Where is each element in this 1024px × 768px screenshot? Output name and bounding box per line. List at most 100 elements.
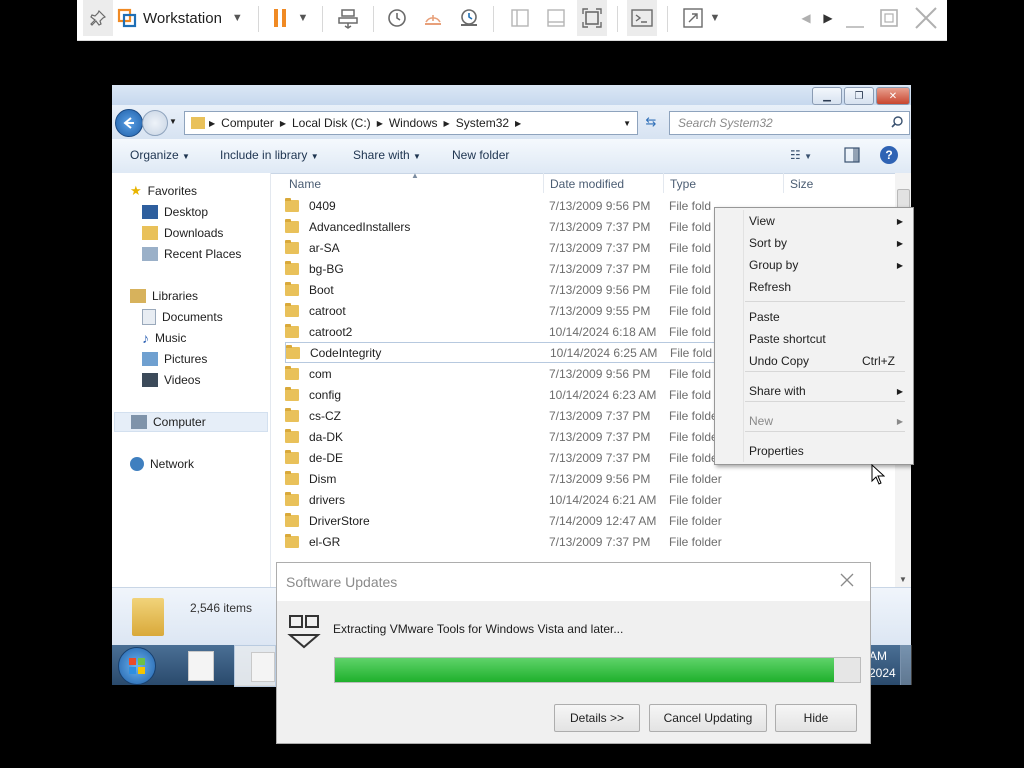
menu-item-properties[interactable]: Properties (749, 444, 905, 458)
chevron-left-icon[interactable]: ◀ (797, 0, 815, 36)
menu-item-new[interactable]: New (749, 414, 905, 428)
chevron-down-icon[interactable]: ▼ (295, 0, 311, 36)
breadcrumb-computer[interactable]: Computer (221, 116, 274, 130)
pause-icon[interactable] (267, 0, 293, 36)
forward-button[interactable] (142, 110, 168, 136)
workstation-menu[interactable]: Workstation ▼ (143, 0, 253, 36)
file-row[interactable]: catroot 7/13/2009 9:55 PM File fold (285, 300, 725, 321)
file-row[interactable]: cs-CZ 7/13/2009 7:37 PM File folder (285, 405, 725, 426)
file-row[interactable]: config 10/14/2024 6:23 AM File fold (285, 384, 725, 405)
nav-computer[interactable]: Computer (114, 412, 268, 432)
send-keys-icon[interactable] (333, 0, 363, 36)
file-row[interactable]: CodeIntegrity 10/14/2024 6:25 AM File fold (285, 342, 725, 363)
share-with-button[interactable]: Share with ▼ (353, 148, 421, 162)
file-row[interactable]: 0409 7/13/2009 9:56 PM File fold (285, 195, 725, 216)
refresh-icon[interactable]: ⇆ (640, 111, 662, 133)
chevron-down-icon: ▼ (413, 152, 421, 161)
include-in-library-button[interactable]: Include in library ▼ (220, 148, 319, 162)
console-view-icon[interactable] (627, 0, 657, 36)
menu-item-refresh[interactable]: Refresh (749, 280, 905, 294)
file-row[interactable]: el-GR 7/13/2009 7:37 PM File folder (285, 531, 725, 552)
file-row[interactable]: AdvancedInstallers 7/13/2009 7:37 PM File … (285, 216, 725, 237)
preview-pane-icon[interactable] (844, 147, 860, 166)
scroll-down-icon[interactable]: ▼ (899, 575, 907, 584)
column-header-name[interactable]: Name (289, 177, 321, 191)
file-row[interactable]: Dism 7/13/2009 9:56 PM File folder (285, 468, 725, 489)
recent-pages-chevron-icon[interactable]: ▼ (169, 117, 177, 126)
recent-places-icon (142, 247, 158, 261)
hide-button[interactable]: Hide (775, 704, 857, 732)
view-options-icon[interactable]: ☷ ▼ (790, 148, 812, 162)
taskbar-active-button[interactable] (234, 645, 276, 687)
full-screen-icon[interactable] (679, 0, 707, 36)
file-row[interactable]: com 7/13/2009 9:56 PM File fold (285, 363, 725, 384)
chevron-right-icon[interactable]: ▶ (819, 0, 837, 36)
file-row[interactable]: drivers 10/14/2024 6:21 AM File folder (285, 489, 725, 510)
revert-snapshot-icon[interactable] (419, 0, 447, 36)
breadcrumb-windows[interactable]: Windows (389, 116, 438, 130)
column-header-type[interactable]: Type (670, 177, 696, 191)
address-dropdown-icon[interactable]: ▼ (623, 119, 631, 128)
new-folder-button[interactable]: New folder (452, 148, 509, 162)
address-bar[interactable]: ▶ Computer ▶ Local Disk (C:) ▶ Windows ▶… (184, 111, 638, 135)
cancel-updating-button[interactable]: Cancel Updating (649, 704, 767, 732)
clock-date[interactable]: 2024 (869, 666, 896, 680)
nav-libraries[interactable]: Libraries (130, 286, 198, 306)
start-button[interactable] (118, 647, 156, 685)
minimize-icon[interactable] (841, 0, 869, 36)
menu-item-view[interactable]: View (749, 214, 905, 228)
file-type: File fold (669, 198, 712, 213)
file-row[interactable]: de-DE 7/13/2009 7:37 PM File folder (285, 447, 725, 468)
pin-icon[interactable] (83, 0, 113, 36)
file-row[interactable]: da-DK 7/13/2009 7:37 PM File folder (285, 426, 725, 447)
column-header-size[interactable]: Size (790, 177, 813, 191)
clock-time[interactable]: AM (869, 649, 887, 663)
restore-button[interactable]: ❐ (844, 87, 874, 105)
nav-music[interactable]: ♪ Music (142, 328, 186, 348)
file-row[interactable]: catroot2 10/14/2024 6:18 AM File fold (285, 321, 725, 342)
breadcrumb-system32[interactable]: System32 (456, 116, 509, 130)
submenu-arrow-icon: ▶ (896, 239, 903, 248)
snapshot-icon[interactable] (383, 0, 411, 36)
network-icon (130, 457, 144, 471)
dialog-close-icon[interactable] (839, 572, 855, 591)
chevron-down-icon[interactable]: ▼ (707, 0, 723, 36)
menu-item-share-with[interactable]: Share with (749, 384, 905, 398)
snapshot-manager-icon[interactable] (455, 0, 483, 36)
details-button[interactable]: Details >> (554, 704, 640, 732)
file-row[interactable]: DriverStore 7/14/2009 12:47 AM File folder (285, 510, 725, 531)
nav-downloads[interactable]: Downloads (142, 223, 223, 243)
nav-network[interactable]: Network (130, 454, 194, 474)
minimize-button[interactable]: ▁ (812, 87, 842, 105)
scrollbar-thumb[interactable] (897, 189, 910, 209)
dialog-titlebar: Software Updates (277, 563, 870, 601)
close-icon[interactable] (911, 0, 941, 36)
column-header-date[interactable]: Date modified (550, 177, 624, 191)
restore-icon[interactable] (875, 0, 903, 36)
menu-item-sort-by[interactable]: Sort by (749, 236, 905, 250)
file-row[interactable]: ar-SA 7/13/2009 7:37 PM File fold (285, 237, 725, 258)
nav-desktop[interactable]: Desktop (142, 202, 208, 222)
taskbar-document-icon[interactable] (188, 651, 214, 681)
nav-favorites[interactable]: ★ Favorites (130, 181, 197, 201)
thumbnail-bar-icon[interactable] (543, 0, 569, 36)
nav-videos[interactable]: Videos (142, 370, 200, 390)
nav-pictures[interactable]: Pictures (142, 349, 207, 369)
menu-item-paste-shortcut[interactable]: Paste shortcut (749, 332, 905, 346)
search-input[interactable]: Search System32 (669, 111, 910, 135)
help-icon[interactable]: ? (880, 146, 898, 164)
nav-documents[interactable]: Documents (142, 307, 223, 327)
close-button[interactable]: ✕ (876, 87, 910, 105)
breadcrumb-local-disk[interactable]: Local Disk (C:) (292, 116, 371, 130)
menu-item-paste[interactable]: Paste (749, 310, 905, 324)
menu-item-group-by[interactable]: Group by (749, 258, 905, 272)
sidebar-toggle-icon[interactable] (507, 0, 533, 36)
pictures-icon (142, 352, 158, 366)
organize-button[interactable]: Organize ▼ (130, 148, 190, 162)
show-desktop-button[interactable] (900, 645, 912, 685)
file-row[interactable]: Boot 7/13/2009 9:56 PM File fold (285, 279, 725, 300)
fit-guest-icon[interactable] (577, 0, 607, 36)
file-row[interactable]: bg-BG 7/13/2009 7:37 PM File fold (285, 258, 725, 279)
nav-recent-places[interactable]: Recent Places (142, 244, 241, 264)
back-button[interactable] (115, 109, 143, 137)
